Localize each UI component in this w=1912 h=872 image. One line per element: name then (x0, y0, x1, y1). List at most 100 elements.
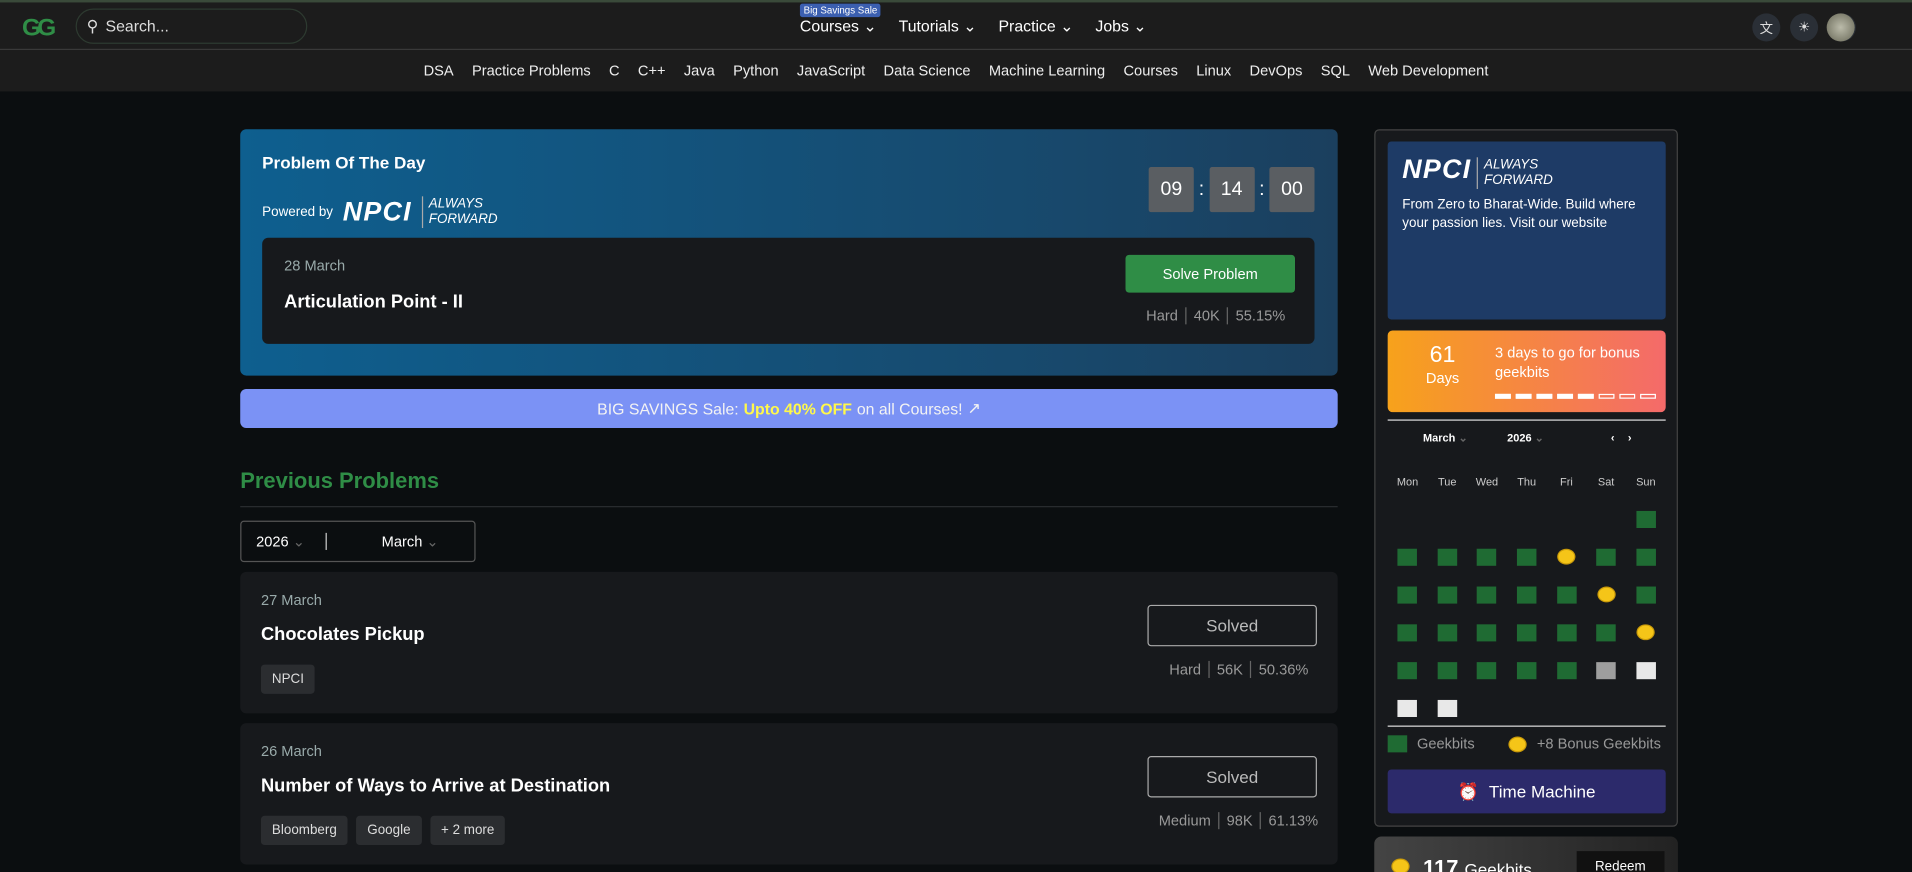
problem-date: 27 March (260, 591, 322, 609)
calendar-day[interactable] (1626, 658, 1666, 681)
problem-stats: Hard 56K 50.36% (1169, 660, 1309, 678)
external-link-icon: ↗ (967, 398, 981, 418)
subnav-item[interactable]: Web Development (1368, 62, 1488, 79)
calendar-day[interactable] (1467, 583, 1507, 606)
redeem-button[interactable]: Redeem (1576, 851, 1664, 872)
sub-navbar: DSA Practice Problems C C++ Java Python JavaSc… (0, 49, 1912, 92)
calendar-day[interactable] (1507, 658, 1547, 681)
progress-segment (1619, 393, 1636, 399)
potd-date: 28 March (284, 257, 346, 275)
geekbits-card: 117 Geekbits Redeem (1374, 836, 1678, 872)
calendar-day[interactable] (1547, 583, 1587, 606)
weekday-label: Wed (1475, 474, 1499, 488)
company-tag[interactable]: Bloomberg (260, 815, 348, 846)
subnav-item[interactable]: Machine Learning (989, 62, 1105, 79)
streak-unit: Days (1425, 369, 1460, 387)
calendar-year-select[interactable]: 2026 ⌄ (1507, 432, 1544, 445)
calendar-day[interactable] (1507, 583, 1547, 606)
nav-jobs[interactable]: Jobs ⌄ (1095, 17, 1146, 37)
calendar-day[interactable] (1507, 545, 1547, 568)
sale-banner[interactable]: BIG SAVINGS Sale: Upto 40% OFF on all Cour… (240, 388, 1338, 429)
calendar-day[interactable] (1586, 621, 1626, 644)
day-marker (1397, 623, 1418, 641)
calendar-day[interactable] (1427, 696, 1467, 719)
subnav-item[interactable]: C (609, 62, 620, 79)
subnav-item[interactable]: Java (684, 62, 715, 79)
solved-button[interactable]: Solved (1147, 756, 1317, 798)
subnav-item[interactable]: Courses (1123, 62, 1177, 79)
npci-logo: NPCI (1402, 153, 1472, 185)
calendar-day[interactable] (1586, 658, 1626, 681)
calendar-day[interactable] (1427, 621, 1467, 644)
progress-segment (1577, 393, 1594, 399)
calendar-day[interactable] (1427, 658, 1467, 681)
month-select[interactable]: March ⌄ (327, 533, 439, 550)
day-marker (1437, 699, 1457, 717)
subnav-item[interactable]: DSA (424, 62, 454, 79)
streak-progress (1494, 393, 1656, 399)
solved-button[interactable]: Solved (1147, 604, 1317, 647)
company-tag[interactable]: + 2 more (430, 815, 506, 846)
potd-problem-card: 28 March Articulation Point - II Solve P… (262, 237, 1315, 344)
weekday-label: Tue (1437, 474, 1457, 488)
gfg-logo[interactable]: GG (22, 15, 56, 43)
calendar-day[interactable] (1547, 621, 1587, 644)
calendar-day[interactable] (1586, 583, 1626, 606)
company-tag[interactable]: NPCI (260, 664, 315, 694)
calendar-day[interactable] (1427, 545, 1467, 568)
search-input[interactable]: ⚲ Search... (75, 8, 308, 44)
subnav-item[interactable]: Data Science (884, 62, 971, 79)
calendar-day[interactable] (1547, 658, 1587, 681)
nav-courses[interactable]: Courses ⌄ (800, 17, 877, 37)
problem-title[interactable]: Number of Ways to Arrive at Destination (261, 776, 610, 797)
subnav-item[interactable]: Practice Problems (472, 62, 591, 79)
avatar[interactable] (1826, 13, 1855, 42)
prev-month-icon[interactable]: ‹ (1611, 432, 1615, 444)
progress-segment (1515, 393, 1532, 399)
year-select[interactable]: 2026 ⌄ (241, 532, 327, 550)
translate-icon[interactable]: 文 (1752, 13, 1781, 42)
calendar-day[interactable] (1626, 507, 1666, 530)
potd-title[interactable]: Articulation Point - II (284, 291, 463, 312)
day-marker (1636, 585, 1656, 603)
subnav-item[interactable]: DevOps (1250, 62, 1303, 79)
subnav-item[interactable]: Python (733, 62, 779, 79)
subnav-item[interactable]: Linux (1196, 62, 1231, 79)
next-month-icon[interactable]: › (1628, 432, 1632, 444)
calendar-day[interactable] (1547, 545, 1587, 568)
nav-practice[interactable]: Practice ⌄ (998, 17, 1073, 37)
calendar-day[interactable] (1467, 658, 1507, 681)
calendar-day[interactable] (1467, 545, 1507, 568)
calendar-day[interactable] (1388, 658, 1428, 681)
company-tag[interactable]: Google (356, 815, 422, 846)
calendar-day[interactable] (1388, 545, 1428, 568)
calendar-day[interactable] (1388, 696, 1428, 719)
calendar-day[interactable] (1427, 583, 1467, 606)
solve-problem-button[interactable]: Solve Problem (1125, 254, 1296, 293)
calendar-day[interactable] (1388, 583, 1428, 606)
timer-minutes: 14 (1209, 167, 1255, 213)
nav-tutorials[interactable]: Tutorials ⌄ (899, 17, 977, 37)
day-marker (1636, 548, 1656, 566)
search-icon: ⚲ (86, 16, 99, 35)
calendar-day[interactable] (1388, 621, 1428, 644)
potd-stats: Hard 40K 55.15% (1146, 307, 1286, 325)
calendar-month-select[interactable]: March ⌄ (1423, 432, 1468, 445)
calendar-day[interactable] (1626, 545, 1666, 568)
subnav-item[interactable]: C++ (638, 62, 666, 79)
calendar-day[interactable] (1467, 621, 1507, 644)
sale-badge: Big Savings Sale (799, 3, 881, 18)
npci-ad[interactable]: NPCI ALWAYS FORWARD From Zero to Bharat-… (1387, 141, 1666, 320)
calendar-day[interactable] (1626, 621, 1666, 644)
subnav-item[interactable]: JavaScript (797, 62, 865, 79)
calendar-day[interactable] (1626, 583, 1666, 606)
day-marker (1477, 548, 1497, 566)
problem-date: 26 March (260, 742, 322, 760)
time-machine-button[interactable]: ⏰ Time Machine (1387, 769, 1666, 814)
problem-title[interactable]: Chocolates Pickup (261, 624, 425, 645)
day-marker (1397, 548, 1418, 566)
subnav-item[interactable]: SQL (1321, 62, 1350, 79)
calendar-day[interactable] (1507, 621, 1547, 644)
theme-toggle-icon[interactable]: ☀ (1790, 13, 1819, 42)
calendar-day[interactable] (1586, 545, 1626, 568)
